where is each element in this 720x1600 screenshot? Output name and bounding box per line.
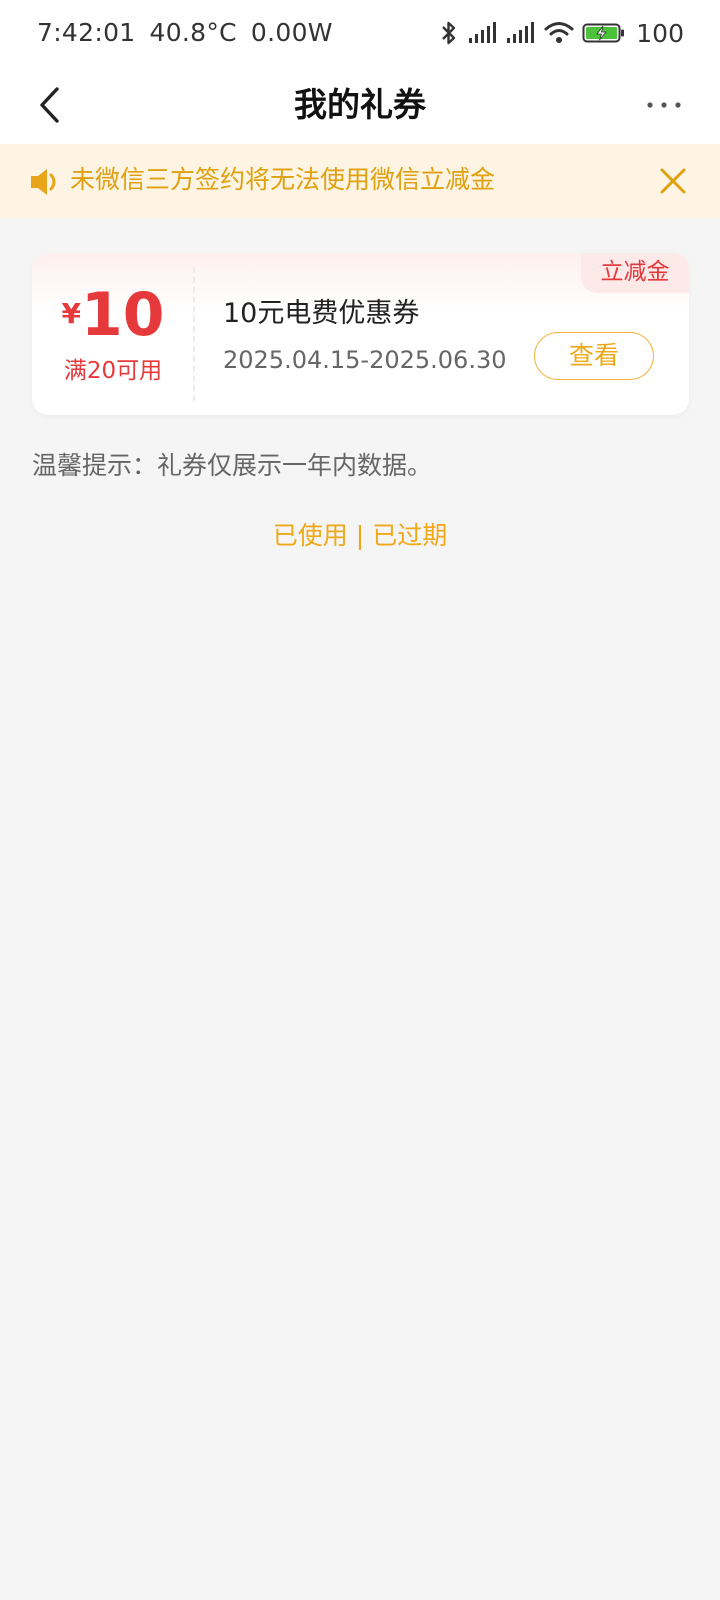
used-coupons-link[interactable]: 已使用 [273,521,348,550]
status-power: 0.00W [250,18,333,47]
tip-text: 温馨提示：礼券仅展示一年内数据。 [32,451,433,480]
status-bar: 7:42:01 40.8°C 0.00W 100 [0,0,720,66]
battery-level: 100 [636,18,684,48]
status-temperature: 40.8°C [149,18,237,47]
notice-text: 未微信三方签约将无法使用微信立减金 [70,165,496,194]
coupon-amount: ¥10 [32,283,194,347]
coupon-condition: 满20可用 [63,358,163,384]
coupon-value-section: ¥10 满20可用 [32,253,194,415]
coupon-divider [193,267,195,401]
link-separator: | [355,521,365,550]
signal-icon [469,22,497,43]
coupon-tag-badge: 立减金 [581,253,689,293]
status-right: 100 [438,16,684,50]
status-time: 7:42:01 [37,18,136,47]
more-dots-icon [647,102,681,108]
expired-coupons-link[interactable]: 已过期 [372,521,447,550]
coupon-card[interactable]: ¥10 满20可用 10元电费优惠券 2025.04.15-2025.06.30… [32,253,689,415]
coupon-amount-value: 10 [80,280,165,350]
view-button[interactable]: 查看 [534,332,654,380]
history-links: 已使用 | 已过期 [0,516,720,552]
speaker-icon [31,169,56,195]
page-title: 我的礼券 [294,85,426,124]
notice-bar: 未微信三方签约将无法使用微信立减金 [0,144,720,218]
battery-charging-icon [582,23,625,43]
signal-icon [507,22,535,43]
coupon-date-range: 2025.04.15-2025.06.30 [223,346,507,374]
close-icon[interactable] [656,164,690,198]
nav-bar: 我的礼券 [0,66,720,144]
wifi-icon [544,22,574,43]
bluetooth-icon [442,21,456,45]
currency-symbol: ¥ [61,297,81,330]
more-button[interactable] [634,80,694,130]
coupon-name: 10元电费优惠券 [223,298,420,329]
status-left: 7:42:01 40.8°C 0.00W [37,18,347,47]
